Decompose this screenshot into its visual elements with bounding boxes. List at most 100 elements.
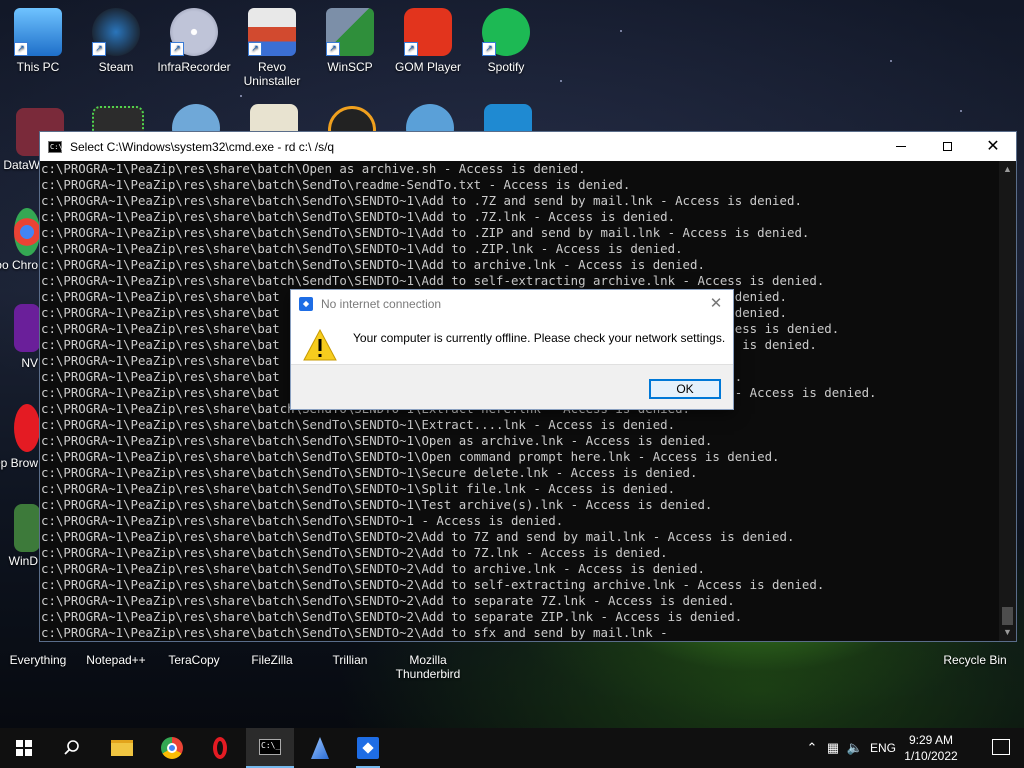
uninstaller-icon: ↗ <box>248 8 296 56</box>
console-line: c:\PROGRA~1\PeaZip\res\share\batch\SendT… <box>41 561 705 576</box>
console-scrollbar[interactable]: ▲ ▼ <box>999 161 1016 641</box>
desktop-icon-label: WinD <box>8 554 38 568</box>
desktop-icon-label: Everything <box>9 653 67 667</box>
wallpaper-star <box>960 110 962 112</box>
system-tray: ⌃ ▦ 🔈 ENG <box>802 728 900 768</box>
taskbar-cmd[interactable]: C:\_ <box>246 728 294 768</box>
desktop-icon-opera[interactable]: Op Brow <box>0 456 38 470</box>
console-line: c:\PROGRA~1\PeaZip\res\share\batch\SendT… <box>41 513 564 528</box>
scroll-up-icon[interactable]: ▲ <box>999 161 1016 178</box>
console-line: c:\PROGRA~1\PeaZip\res\share\batch\SendT… <box>41 193 802 208</box>
scroll-down-icon[interactable]: ▼ <box>999 624 1016 641</box>
taskbar-file-explorer[interactable] <box>98 728 146 768</box>
desktop-icon-this-pc[interactable]: ↗ This PC <box>0 8 76 74</box>
console-line: c:\PROGRA~1\PeaZip\res\share\batch\SendT… <box>41 417 676 432</box>
console-line: c:\PROGRA~1\PeaZip\res\share\batch\SendT… <box>41 545 668 560</box>
desktop-icon-teracopy[interactable]: TeraCopy <box>156 653 232 667</box>
app-icon <box>311 737 329 759</box>
volume-icon[interactable]: 🔈 <box>844 740 866 756</box>
desktop-icon-label: Op Brow <box>0 456 38 470</box>
desktop-icon-infrarecorder[interactable]: ↗ InfraRecorder <box>156 8 232 74</box>
desktop-icon-spotify[interactable]: ↗ Spotify <box>468 8 544 74</box>
dialog-titlebar[interactable]: No internet connection <box>291 290 733 318</box>
desktop-icon-notepad-plus-plus[interactable]: Notepad++ <box>78 653 154 667</box>
clock[interactable]: 9:29 AM 1/10/2022 <box>896 732 966 764</box>
dropbox-icon <box>299 297 313 311</box>
desktop-icon-label: Spotify <box>487 60 525 74</box>
desktop-icon-recycle-bin[interactable]: Recycle Bin <box>936 653 1014 667</box>
desktop-icon-label: Goo Chro <box>0 258 38 272</box>
language-indicator[interactable]: ENG <box>866 741 900 755</box>
cd-icon: ↗ <box>170 8 218 56</box>
desktop-icon-label: GOM Player <box>394 60 461 74</box>
windirstat-icon[interactable] <box>14 504 40 552</box>
spotify-icon: ↗ <box>482 8 530 56</box>
desktop-icon-trillian[interactable]: Trillian <box>312 653 388 667</box>
desktop-icon-label: InfraRecorder <box>157 60 231 74</box>
scrollbar-thumb[interactable] <box>1002 607 1013 625</box>
search-button[interactable] <box>48 728 96 768</box>
console-line: c:\PROGRA~1\PeaZip\res\share\batch\SendT… <box>41 625 668 640</box>
desktop-icon-nv[interactable]: NV <box>0 356 38 370</box>
console-line: c:\PROGRA~1\PeaZip\res\share\batch\SendT… <box>41 481 676 496</box>
shortcut-arrow-icon: ↗ <box>248 42 262 56</box>
minimize-button[interactable] <box>878 132 924 161</box>
desktop-icon-steam[interactable]: ↗ Steam <box>78 8 154 74</box>
network-icon[interactable]: ▦ <box>822 740 844 756</box>
close-icon: ✕ <box>986 137 1000 155</box>
shortcut-arrow-icon: ↗ <box>170 42 184 56</box>
console-line: c:\PROGRA~1\PeaZip\res\share\batch\SendT… <box>41 273 825 288</box>
dropbox-icon <box>357 737 379 759</box>
opera-icon <box>213 737 227 759</box>
no-internet-dialog[interactable]: No internet connection ✕ Your computer i… <box>290 289 734 410</box>
wallpaper-star <box>560 80 562 82</box>
start-button[interactable] <box>0 728 48 768</box>
desktop-icon-windirstat[interactable]: WinD <box>0 554 38 568</box>
desktop-icon-winscp[interactable]: ↗ WinSCP <box>312 8 388 74</box>
desktop-icon-thunderbird[interactable]: Mozilla Thunderbird <box>390 653 466 681</box>
desktop-icon-label: DataW <box>3 158 40 172</box>
wallpaper-star <box>620 30 622 32</box>
desktop-icon-label: WinSCP <box>327 60 373 74</box>
desktop-icon-label: Steam <box>98 60 134 74</box>
taskbar-opera[interactable] <box>196 728 244 768</box>
taskbar: C:\_ ⌃ ▦ 🔈 ENG 9:29 AM 1/10/2022 <box>0 728 1024 768</box>
computer-icon: ↗ <box>14 8 62 56</box>
taskbar-app[interactable] <box>296 728 344 768</box>
desktop-icon-label: TeraCopy <box>168 653 220 667</box>
clock-time: 9:29 AM <box>908 733 954 747</box>
opera-icon[interactable] <box>14 404 40 452</box>
clock-date: 1/10/2022 <box>904 749 958 763</box>
desktop-icon-gom-player[interactable]: ↗ GOM Player <box>390 8 466 74</box>
warning-icon <box>303 329 337 361</box>
maximize-button[interactable] <box>924 132 970 161</box>
desktop-icon-label: Notepad++ <box>86 653 146 667</box>
shortcut-arrow-icon: ↗ <box>482 42 496 56</box>
console-line: c:\PROGRA~1\PeaZip\res\share\batch\SendT… <box>41 209 676 224</box>
taskbar-dropbox[interactable] <box>344 728 392 768</box>
desktop-icon-label: Trillian <box>332 653 368 667</box>
notification-icon[interactable] <box>992 739 1010 755</box>
desktop-icon-dataw[interactable]: DataW <box>0 158 40 172</box>
gom-player-icon: ↗ <box>404 8 452 56</box>
desktop-icon-chrome[interactable]: Goo Chro <box>0 258 38 272</box>
dialog-close-button[interactable]: ✕ <box>707 295 725 313</box>
console-line: c:\PROGRA~1\PeaZip\res\share\batch\SendT… <box>41 177 631 192</box>
desktop-icon-revo-uninstaller[interactable]: ↗ Revo Uninstaller <box>234 8 310 88</box>
ok-button[interactable]: OK <box>649 379 721 399</box>
chrome-icon <box>161 737 183 759</box>
taskbar-chrome[interactable] <box>148 728 196 768</box>
search-icon <box>64 740 79 755</box>
steam-icon: ↗ <box>92 8 140 56</box>
wallpaper-star <box>890 60 892 62</box>
desktop-icon-label: Revo Uninstaller <box>243 60 301 88</box>
console-line: c:\PROGRA~1\PeaZip\res\share\batch\SendT… <box>41 609 743 624</box>
desktop-icon-everything[interactable]: Everything <box>0 653 76 667</box>
chrome-icon[interactable] <box>14 208 40 256</box>
cmd-titlebar[interactable]: C:\ Select C:\Windows\system32\cmd.exe -… <box>40 132 1016 161</box>
nvda-icon[interactable] <box>14 304 40 352</box>
close-button[interactable]: ✕ <box>970 132 1016 161</box>
chevron-up-icon[interactable]: ⌃ <box>802 740 822 756</box>
cmd-icon: C:\_ <box>259 739 281 755</box>
desktop-icon-filezilla[interactable]: FileZilla <box>234 653 310 667</box>
